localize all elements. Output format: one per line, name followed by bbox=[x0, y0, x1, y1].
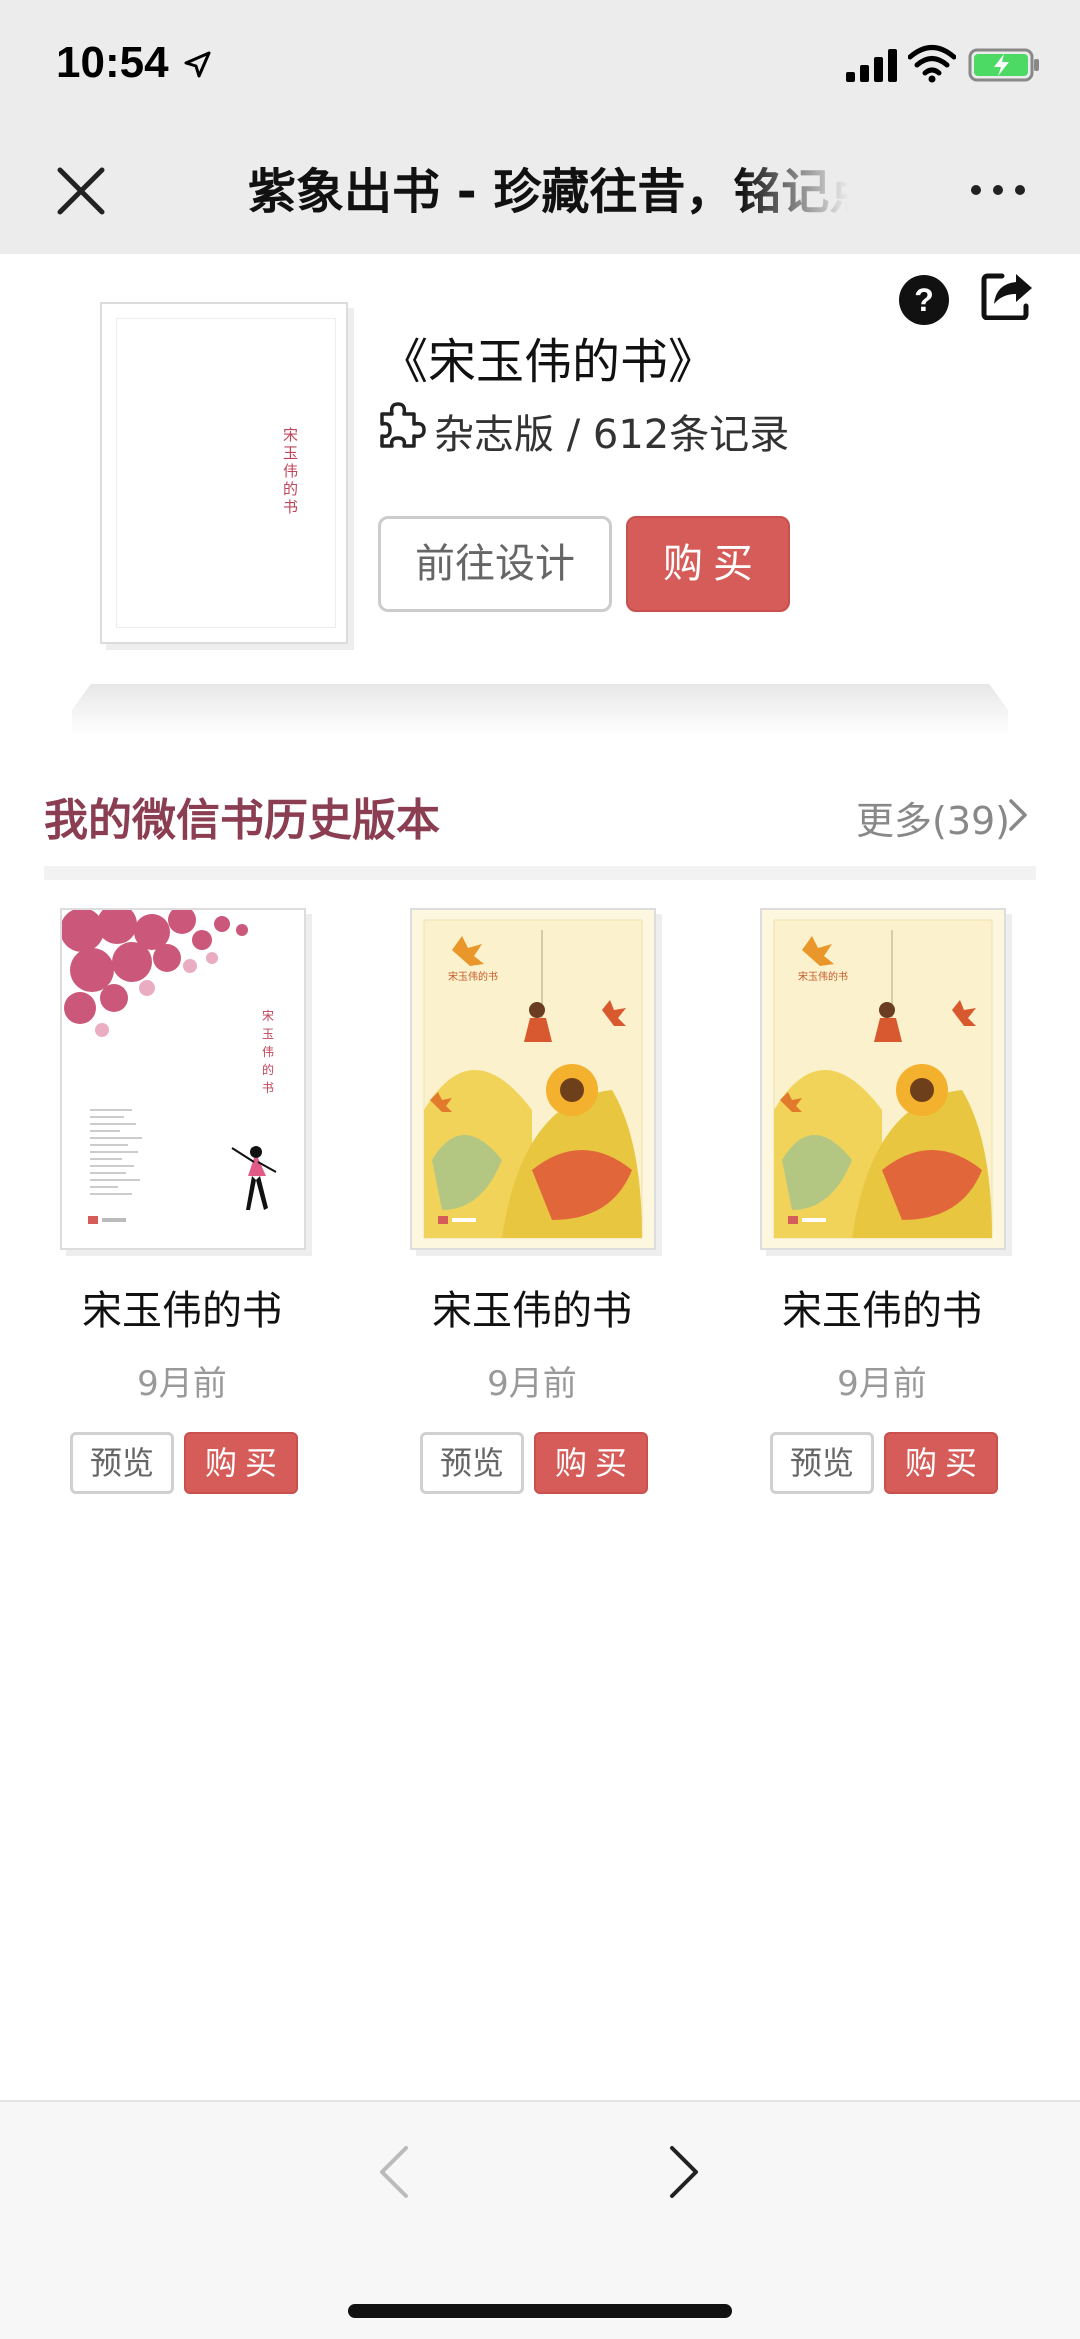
buy-button[interactable]: 购买 bbox=[884, 1432, 998, 1494]
history-book-time: 9月前 bbox=[837, 1364, 927, 1404]
sunflower-cover-art: 宋玉伟的书 bbox=[412, 910, 654, 1248]
bookshelf-shadow bbox=[72, 710, 1008, 736]
preview-button[interactable]: 预览 bbox=[770, 1432, 874, 1494]
svg-text:?: ? bbox=[914, 282, 934, 318]
navigation-bar: 紫象出书 - 珍藏往昔，铭记点滴 bbox=[0, 130, 1080, 254]
battery-charging-icon bbox=[968, 48, 1039, 82]
more-icon[interactable] bbox=[970, 182, 1026, 198]
history-card: 宋 玉 伟 的 书 宋玉伟的书 9月前 预览 购买 bbox=[32, 908, 332, 1508]
preview-button[interactable]: 预览 bbox=[420, 1432, 524, 1494]
book-cover[interactable]: 宋玉伟的书 bbox=[100, 302, 348, 644]
svg-text:伟: 伟 bbox=[262, 1045, 274, 1059]
sunflower-cover-art: 宋玉伟的书 bbox=[762, 910, 1004, 1248]
cellular-signal-icon bbox=[846, 49, 897, 82]
close-icon[interactable] bbox=[52, 162, 110, 220]
svg-text:宋玉伟的书: 宋玉伟的书 bbox=[448, 970, 498, 983]
cover-title: 宋玉伟的书 bbox=[281, 427, 299, 517]
forward-arrow-icon[interactable] bbox=[666, 2144, 702, 2200]
svg-text:的: 的 bbox=[262, 1062, 274, 1077]
history-more-link[interactable]: 更多(39) bbox=[856, 790, 1010, 845]
bookshelf bbox=[72, 684, 1008, 710]
history-book-title: 宋玉伟的书 bbox=[82, 1288, 282, 1334]
history-section-title: 我的微信书历史版本 bbox=[44, 795, 440, 846]
history-book-time: 9月前 bbox=[487, 1364, 577, 1404]
book-cover-page: 宋玉伟的书 bbox=[116, 318, 336, 628]
status-time: 10:54 bbox=[56, 38, 169, 87]
section-divider bbox=[44, 866, 1036, 880]
svg-text:玉: 玉 bbox=[262, 1027, 274, 1041]
chevron-right-icon[interactable] bbox=[1008, 798, 1028, 832]
history-book-title: 宋玉伟的书 bbox=[432, 1288, 632, 1334]
buy-button[interactable]: 购买 bbox=[184, 1432, 298, 1494]
share-icon[interactable] bbox=[980, 268, 1036, 320]
history-book-cover[interactable]: 宋玉伟的书 bbox=[760, 908, 1006, 1250]
home-indicator[interactable] bbox=[348, 2304, 732, 2318]
history-card: 宋玉伟的书 宋玉伟的书 9月前 预览 购买 bbox=[382, 908, 682, 1508]
location-arrow-icon bbox=[184, 51, 211, 78]
status-bar: 10:54 bbox=[0, 0, 1080, 130]
flower-cover-art: 宋 玉 伟 的 书 bbox=[62, 910, 304, 1248]
book-edition-info: 杂志版 / 612条记录 bbox=[434, 412, 790, 458]
back-arrow-icon[interactable] bbox=[376, 2144, 412, 2200]
book-title: 《宋玉伟的书》 bbox=[380, 334, 717, 390]
preview-button[interactable]: 预览 bbox=[70, 1432, 174, 1494]
wifi-icon bbox=[908, 45, 956, 83]
browser-toolbar bbox=[0, 2100, 1080, 2339]
help-icon[interactable]: ? bbox=[898, 274, 950, 326]
buy-button[interactable]: 购买 bbox=[626, 516, 790, 612]
page-title: 紫象出书 - 珍藏往昔，铭记点滴 bbox=[248, 164, 848, 220]
svg-text:书: 书 bbox=[262, 1081, 274, 1095]
history-book-cover[interactable]: 宋玉伟的书 bbox=[410, 908, 656, 1250]
history-card: 宋玉伟的书 宋玉伟的书 9月前 预览 购买 bbox=[732, 908, 1032, 1508]
app-screen: 10:54 紫象出书 - 珍藏往昔，铭记点滴 bbox=[0, 0, 1080, 2339]
history-book-time: 9月前 bbox=[137, 1364, 227, 1404]
buy-button[interactable]: 购买 bbox=[534, 1432, 648, 1494]
svg-text:宋: 宋 bbox=[262, 1008, 274, 1023]
svg-text:宋玉伟的书: 宋玉伟的书 bbox=[798, 970, 848, 983]
history-book-cover[interactable]: 宋 玉 伟 的 书 bbox=[60, 908, 306, 1250]
history-book-title: 宋玉伟的书 bbox=[782, 1288, 982, 1334]
puzzle-icon bbox=[380, 402, 426, 448]
go-design-button[interactable]: 前往设计 bbox=[378, 516, 612, 612]
